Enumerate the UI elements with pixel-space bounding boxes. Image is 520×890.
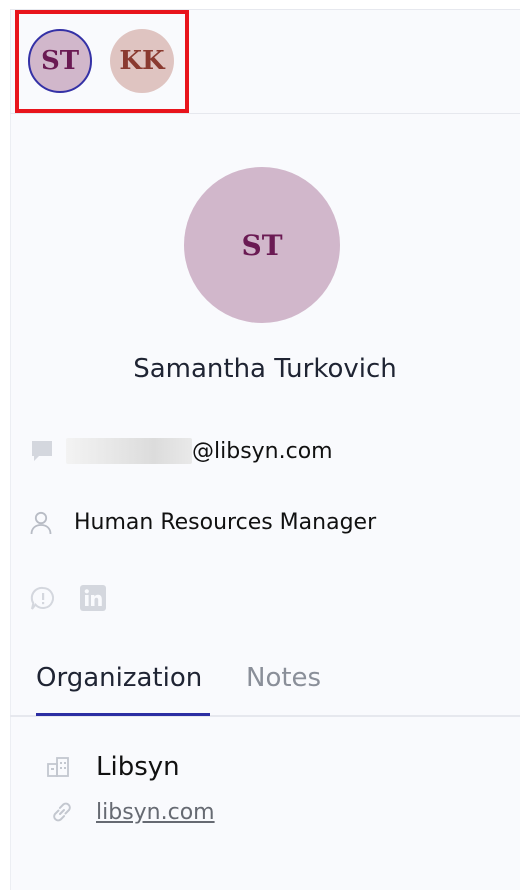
speech-alert-icon[interactable]: [30, 585, 56, 611]
job-title: Human Resources Manager: [74, 510, 377, 535]
profile-name: Samantha Turkovich: [133, 354, 397, 384]
profile-avatar: ST: [184, 167, 340, 323]
organization-name: Libsyn: [96, 752, 180, 782]
linkedin-icon[interactable]: [80, 585, 106, 611]
avatar-kk[interactable]: KK: [110, 29, 174, 93]
tab-organization[interactable]: Organization: [36, 663, 202, 693]
chat-bubble-icon: [30, 439, 54, 463]
tab-bar: Organization Notes: [10, 655, 520, 717]
top-strip: [10, 0, 520, 10]
job-title-row: Human Resources Manager: [30, 510, 376, 535]
organization-row: Libsyn: [46, 752, 180, 782]
email-domain[interactable]: @libsyn.com: [192, 439, 333, 464]
email-row: @libsyn.com: [30, 438, 333, 464]
link-icon: [48, 798, 76, 826]
building-icon: [46, 756, 70, 778]
active-tab-indicator: [36, 713, 210, 716]
tab-notes[interactable]: Notes: [246, 663, 321, 693]
organization-website-link[interactable]: libsyn.com: [96, 800, 215, 825]
person-icon: [30, 511, 52, 535]
redacted-email-local-part: [66, 438, 192, 464]
website-row: libsyn.com: [48, 798, 215, 826]
avatar-st[interactable]: ST: [28, 29, 92, 93]
social-row: [30, 585, 106, 611]
